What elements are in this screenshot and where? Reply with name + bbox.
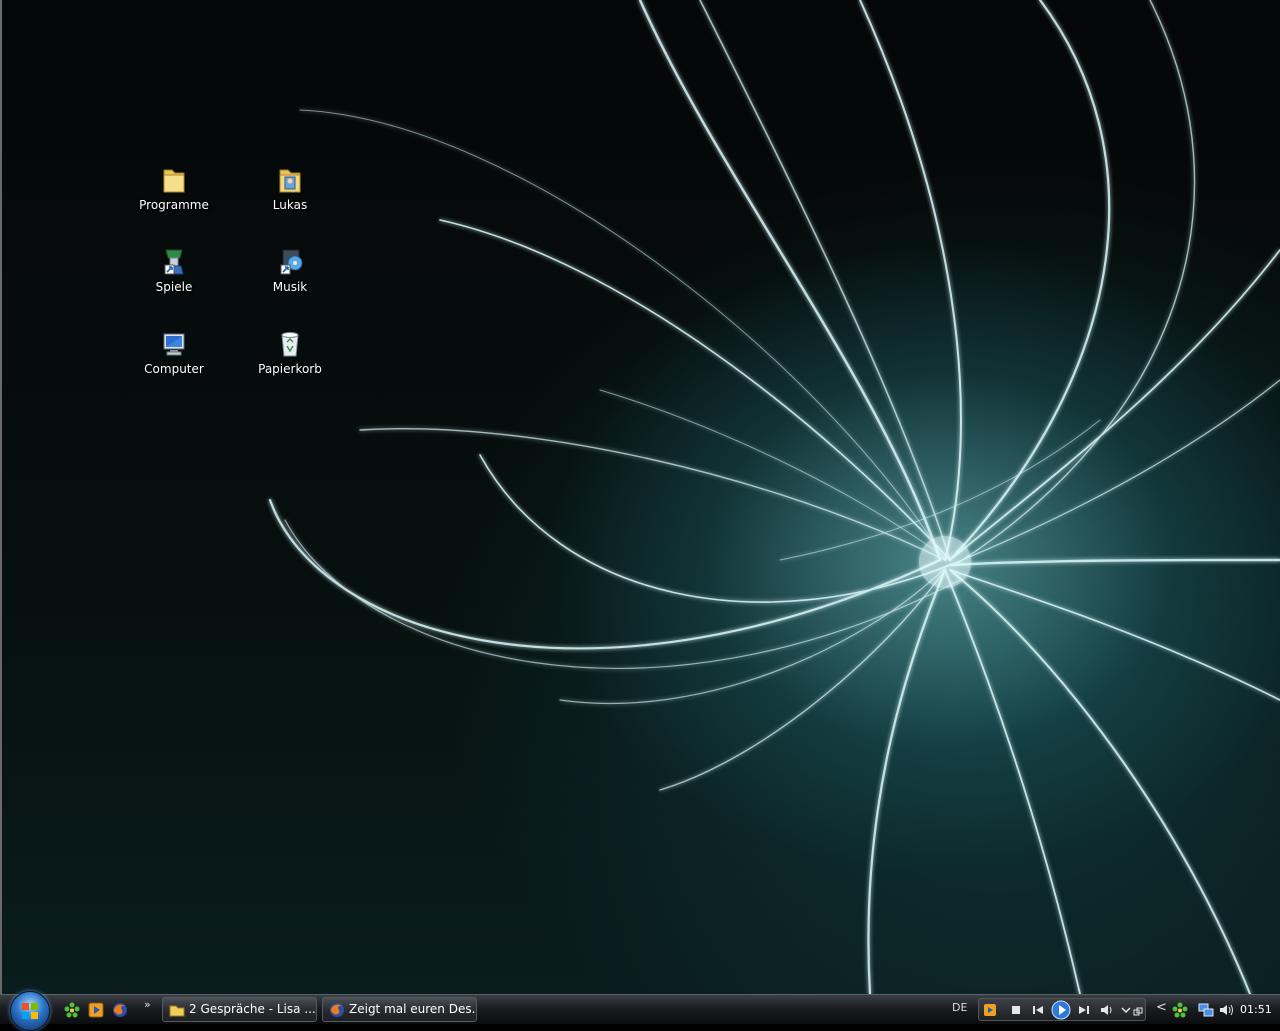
desktop[interactable]: Programme Lukas Spiele Musik Computer Pa… [0, 0, 1280, 994]
play-icon[interactable] [1051, 1000, 1071, 1020]
firefox-icon [330, 1003, 344, 1017]
desktop-icon-label: Musik [272, 280, 308, 294]
desktop-icon-label: Programme [139, 198, 209, 212]
desktop-icon-label: Papierkorb [258, 362, 322, 376]
desktop-icon-computer[interactable]: Computer [134, 328, 214, 398]
taskbar-button-label: Zeigt mal euren Des... [349, 1002, 477, 1016]
desktop-icon-programme[interactable]: Programme [134, 164, 214, 234]
desktop-icon-spiele[interactable]: Spiele [134, 246, 214, 316]
windows-start-orb-icon [22, 1003, 38, 1019]
firefox-icon[interactable] [112, 1002, 128, 1018]
taskbar-button-chat[interactable]: 2 Gespräche - Lisa ... [162, 997, 317, 1022]
taskbar-button-firefox[interactable]: Zeigt mal euren Des... [322, 997, 477, 1022]
wallpaper-light-streaks [268, 0, 1280, 994]
media-player-toolbar [978, 998, 1146, 1021]
icq-tray-icon[interactable] [1172, 1002, 1188, 1018]
computer-icon [163, 333, 185, 356]
icq-flower-icon[interactable] [64, 1002, 80, 1018]
media-player-icon[interactable] [88, 1002, 104, 1018]
taskbar: » 2 Gespräche - Lisa ... Zeigt mal euren… [0, 991, 1280, 1031]
music-shortcut-icon [280, 249, 303, 275]
restore-player-icon[interactable] [1133, 1007, 1143, 1017]
next-track-icon[interactable] [1077, 1003, 1091, 1017]
desktop-icon-papierkorb[interactable]: Papierkorb [250, 328, 330, 398]
language-indicator[interactable]: DE [952, 1001, 967, 1014]
desktop-icon-label: Computer [144, 362, 204, 376]
taskbar-button-label: 2 Gespräche - Lisa ... [189, 1002, 316, 1016]
desktop-icon-lukas[interactable]: Lukas [250, 164, 330, 234]
recycle-bin-icon [281, 332, 299, 357]
tray-expand-button[interactable]: < [1156, 1000, 1167, 1015]
screen-edge [0, 0, 2, 994]
quick-launch-overflow[interactable]: » [144, 998, 151, 1011]
clock[interactable]: 01:51 [1240, 1003, 1272, 1016]
folder-icon [163, 169, 185, 193]
chevron-down-icon[interactable] [1119, 1003, 1133, 1017]
speaker-icon[interactable] [1218, 1002, 1234, 1018]
desktop-icon-label: Lukas [272, 198, 308, 212]
user-folder-icon [279, 169, 301, 193]
previous-track-icon[interactable] [1031, 1003, 1045, 1017]
desktop-icon-musik[interactable]: Musik [250, 246, 330, 316]
chat-window-icon [169, 1005, 185, 1017]
volume-icon[interactable] [1099, 1003, 1113, 1017]
media-player-small-icon[interactable] [983, 1003, 997, 1017]
network-icon[interactable] [1198, 1002, 1214, 1018]
desktop-icon-label: Spiele [155, 280, 193, 294]
games-shortcut-icon [164, 249, 184, 275]
stop-icon[interactable] [1009, 1003, 1023, 1017]
start-button[interactable] [10, 991, 50, 1031]
